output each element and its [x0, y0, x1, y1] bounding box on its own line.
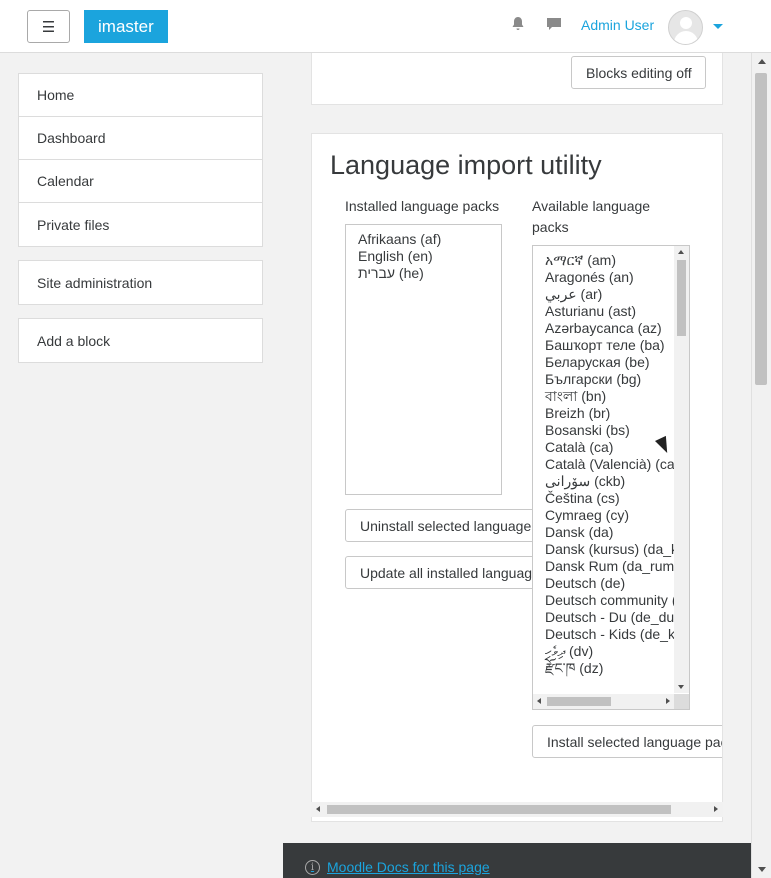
scroll-left-icon[interactable] [316, 806, 320, 812]
available-packs-listbox[interactable]: አማርኛ (am) Aragonés (an) عربي (ar) Asturianu… [532, 245, 690, 710]
scroll-up-icon[interactable] [758, 59, 766, 64]
avatar[interactable] [668, 10, 703, 45]
sidebar-item-private-files[interactable]: Private files [19, 203, 262, 246]
scrollbar-thumb[interactable] [755, 73, 767, 385]
bell-icon[interactable] [510, 16, 526, 36]
list-item[interactable]: Dansk (da) [545, 524, 675, 541]
update-all-button[interactable]: Update all installed language packs [345, 556, 545, 589]
scroll-down-icon[interactable] [678, 685, 684, 689]
nav-drawer: Home Dashboard Calendar Private files Si… [0, 53, 283, 878]
list-item[interactable]: Dansk (kursus) (da_kursus) [545, 541, 689, 558]
main-region: Blocks editing off Language import utili… [283, 53, 751, 878]
chevron-down-icon[interactable] [713, 24, 723, 29]
list-item[interactable]: Asturianu (ast) [545, 303, 675, 320]
list-item[interactable]: English (en) [358, 248, 501, 265]
list-item[interactable]: ދިވެހި (dv) [545, 643, 675, 660]
nav-group-admin: Site administration [18, 260, 263, 305]
list-item[interactable]: Deutsch (de) [545, 575, 675, 592]
site-brand[interactable]: imaster [84, 10, 168, 43]
list-item[interactable]: עברית (he) [358, 265, 501, 282]
info-icon: i [305, 859, 320, 875]
listbox-vertical-scrollbar[interactable] [674, 246, 689, 693]
available-packs-items: አማርኛ (am) Aragonés (an) عربي (ar) Asturianu… [545, 252, 689, 677]
nav-group-main: Home Dashboard Calendar Private files [18, 73, 263, 247]
sidebar-item-calendar[interactable]: Calendar [19, 160, 262, 203]
blocks-editing-off-button[interactable]: Blocks editing off [571, 56, 706, 89]
page-title: Language import utility [330, 150, 602, 180]
uninstall-selected-button[interactable]: Uninstall selected language pack(s) [345, 509, 545, 542]
blocks-editing-card: Blocks editing off [311, 53, 723, 105]
list-item[interactable]: አማርኛ (am) [545, 252, 675, 269]
list-item[interactable]: Breizh (br) [545, 405, 675, 422]
list-item[interactable]: Azərbaycanca (az) [545, 320, 675, 337]
list-item[interactable]: سۆرانی (ckb) [545, 473, 675, 490]
list-item[interactable]: Deutsch - Du (de_du) [545, 609, 679, 626]
list-item[interactable]: Bosanski (bs) [545, 422, 675, 439]
listbox-horizontal-scrollbar[interactable] [533, 694, 674, 709]
scrollbar-thumb[interactable] [327, 805, 671, 814]
scroll-up-icon[interactable] [678, 250, 684, 254]
available-packs-label: Available language packs [532, 198, 651, 235]
list-item[interactable]: Cymraeg (cy) [545, 507, 675, 524]
moodle-docs-link[interactable]: i Moodle Docs for this page [305, 859, 490, 875]
top-navbar: ☰ imaster Admin User [0, 0, 771, 53]
scrollbar-thumb[interactable] [677, 260, 686, 336]
nav-group-add-block: Add a block [18, 318, 263, 363]
page-vertical-scrollbar[interactable] [751, 53, 771, 878]
installed-packs-listbox[interactable]: Afrikaans (af) English (en) עברית (he) [345, 224, 502, 495]
list-item[interactable]: Dansk Rum (da_rum) [545, 558, 679, 575]
list-item[interactable]: Беларуская (be) [545, 354, 675, 371]
language-import-card: Language import utility Installed langua… [311, 133, 723, 822]
page-footer: i Moodle Docs for this page [283, 843, 751, 878]
scroll-down-icon[interactable] [758, 867, 766, 872]
list-item[interactable]: Català (Valencià) (ca_valencia) [545, 456, 689, 473]
list-item[interactable]: Aragonés (an) [545, 269, 675, 286]
sidebar-item-add-block[interactable]: Add a block [19, 319, 262, 362]
list-item[interactable]: বাংলা (bn) [545, 388, 675, 405]
scroll-right-icon[interactable] [666, 698, 670, 704]
sidebar-item-dashboard[interactable]: Dashboard [19, 117, 262, 160]
list-item[interactable]: Башҡорт теле (ba) [545, 337, 675, 354]
card-horizontal-scrollbar[interactable] [311, 802, 723, 817]
hamburger-icon: ☰ [41, 18, 56, 36]
moodle-docs-link-text[interactable]: Moodle Docs for this page [327, 859, 490, 875]
scrollbar-thumb[interactable] [547, 697, 611, 706]
list-item[interactable]: عربي (ar) [545, 286, 675, 303]
sidebar-item-home[interactable]: Home [19, 74, 262, 117]
list-item[interactable]: Čeština (cs) [545, 490, 675, 507]
list-item[interactable]: Deutsch - Kids (de_kids) [545, 626, 689, 643]
list-item[interactable]: Български (bg) [545, 371, 675, 388]
installed-packs-label: Installed language packs [345, 198, 500, 214]
menu-toggle-button[interactable]: ☰ [27, 10, 70, 43]
list-item[interactable]: Afrikaans (af) [358, 231, 501, 248]
chat-icon[interactable] [546, 16, 562, 36]
list-item[interactable]: རྫོང་ཁ (dz) [545, 660, 675, 677]
scrollbar-corner [674, 694, 689, 709]
sidebar-item-site-administration[interactable]: Site administration [19, 261, 262, 304]
install-selected-button[interactable]: Install selected language pack(s) [532, 725, 722, 758]
user-menu-name[interactable]: Admin User [581, 17, 654, 33]
list-item[interactable]: Deutsch community (de_comm) [545, 592, 689, 609]
scroll-right-icon[interactable] [714, 806, 718, 812]
scroll-left-icon[interactable] [537, 698, 541, 704]
